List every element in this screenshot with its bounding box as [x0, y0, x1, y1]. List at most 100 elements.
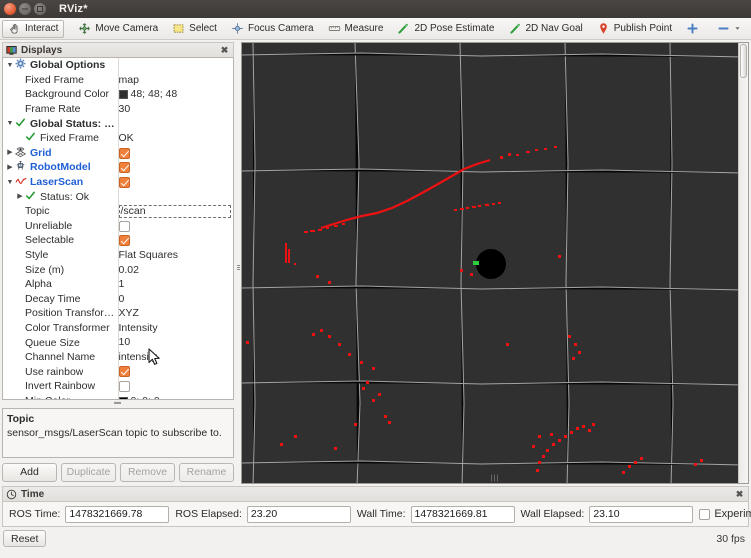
duplicate-button[interactable]: Duplicate	[61, 462, 116, 482]
expand-arrow-closed-icon[interactable]: ▶	[15, 193, 25, 200]
tool-interact[interactable]: Interact	[2, 19, 65, 38]
tree-row[interactable]: ▼ LaserScan	[3, 174, 233, 190]
tree-row[interactable]: Decay Time 0	[3, 291, 233, 307]
tree-row-value-cell[interactable]: intensity	[117, 349, 233, 365]
tree-row[interactable]: ▼ Global Options	[3, 58, 233, 73]
tree-row-value-cell[interactable]: XYZ	[117, 306, 233, 321]
tree-row-value-cell[interactable]	[117, 364, 233, 380]
tree-row[interactable]: Use rainbow	[3, 364, 233, 380]
tree-row-value-cell[interactable]: OK	[117, 130, 233, 146]
tree-row-value-cell[interactable]	[117, 218, 233, 234]
expand-arrow-open-icon[interactable]: ▼	[5, 62, 15, 69]
color-swatch[interactable]	[118, 90, 128, 100]
tree-row-value-cell[interactable]	[117, 174, 233, 190]
render-view-3d[interactable]	[242, 43, 738, 483]
tree-row-value-cell[interactable]: Flat Squares	[117, 247, 233, 263]
close-window-button[interactable]	[4, 3, 16, 15]
tree-row-value-cell[interactable]: map	[117, 72, 233, 88]
chevron-down-icon[interactable]	[734, 22, 741, 35]
ros-time-input[interactable]: 1478321669.78	[65, 505, 170, 523]
tree-row[interactable]: Frame Rate 30	[3, 101, 233, 117]
tool-publish-point[interactable]: Publish Point	[591, 20, 678, 38]
scrollbar-thumb[interactable]	[740, 44, 747, 78]
property-checkbox[interactable]	[118, 147, 130, 159]
tree-row[interactable]: Color Transformer Intensity	[3, 320, 233, 336]
tool-remove-tool[interactable]	[711, 20, 751, 38]
expand-arrow-open-icon[interactable]: ▼	[5, 179, 15, 186]
tree-row[interactable]: Unreliable	[3, 218, 233, 234]
tree-row-value-cell[interactable]	[117, 189, 233, 204]
tree-row-value-cell[interactable]: 0; 0; 0	[117, 393, 233, 399]
tree-row[interactable]: ▶ Grid	[3, 145, 233, 161]
property-checkbox[interactable]	[118, 162, 130, 174]
tree-row[interactable]: Topic/scan	[3, 203, 233, 219]
view-bottom-grip[interactable]: |||	[491, 475, 499, 482]
tree-row-value-cell[interactable]: 0.02	[117, 262, 233, 277]
displays-panel-close-icon[interactable]: ✖	[219, 45, 230, 56]
wall-time-input[interactable]: 1478321669.81	[410, 505, 515, 523]
experimental-toggle[interactable]: Experimental	[699, 508, 751, 520]
robot-model-body[interactable]	[476, 249, 506, 279]
wall-elapsed-input[interactable]: 23.10	[589, 505, 694, 523]
tree-row-value-cell[interactable]	[117, 116, 233, 131]
tool-measure[interactable]: Measure	[322, 20, 390, 38]
expand-arrow-closed-icon[interactable]: ▶	[5, 149, 15, 156]
tree-row-value-cell[interactable]	[117, 233, 233, 248]
time-panel-close-icon[interactable]: ✖	[734, 489, 745, 500]
tree-row[interactable]: Position Transfor… XYZ	[3, 306, 233, 321]
tree-row[interactable]: ▶ RobotModel	[3, 160, 233, 175]
tree-row-value-cell[interactable]	[117, 58, 233, 73]
property-checkbox[interactable]	[118, 235, 130, 247]
tree-row[interactable]: Channel Name intensity	[3, 349, 233, 365]
minimize-window-button[interactable]	[19, 3, 31, 15]
property-checkbox[interactable]	[118, 220, 130, 232]
tree-row[interactable]: ▼ Global Status: Ok	[3, 116, 233, 131]
tree-row-value-cell[interactable]: 48; 48; 48	[117, 87, 233, 102]
displays-tree[interactable]: ▼ Global Options Fixed Frame map Background …	[2, 57, 234, 400]
tool-focus-camera[interactable]: Focus Camera	[225, 20, 320, 38]
tree-row[interactable]: Size (m) 0.02	[3, 262, 233, 277]
property-checkbox[interactable]	[118, 381, 130, 393]
tree-row-value-cell[interactable]: 0	[117, 291, 233, 307]
experimental-checkbox[interactable]	[699, 508, 711, 520]
tool-select[interactable]: Select	[166, 20, 223, 38]
tree-row[interactable]: Style Flat Squares	[3, 247, 233, 263]
panel-resize-grip[interactable]: ▬	[2, 399, 234, 406]
maximize-window-button[interactable]	[34, 3, 46, 15]
tree-row-value-cell[interactable]	[117, 160, 233, 175]
reset-button[interactable]: Reset	[3, 530, 47, 547]
tree-row-value-cell[interactable]: 30	[117, 101, 233, 117]
expand-arrow-closed-icon[interactable]: ▶	[5, 164, 15, 171]
tree-row[interactable]: Queue Size 10	[3, 335, 233, 350]
tree-row-value-cell[interactable]: Intensity	[117, 320, 233, 336]
color-swatch[interactable]	[118, 396, 128, 399]
tree-row-value-cell[interactable]: /scan	[117, 203, 233, 219]
tree-row[interactable]: Min Color 0; 0; 0	[3, 393, 233, 399]
tree-row-value-cell[interactable]	[117, 145, 233, 161]
tree-row[interactable]: Alpha 1	[3, 276, 233, 292]
time-dock: Time ✖ ROS Time: 1478321669.78 ROS Elaps…	[0, 486, 751, 527]
tool-add-tool[interactable]	[680, 20, 709, 38]
tree-row[interactable]: Selectable	[3, 233, 233, 248]
remove-button[interactable]: Remove	[120, 462, 175, 482]
tree-row[interactable]: ▶ Status: Ok	[3, 189, 233, 204]
tree-row-value-cell[interactable]	[117, 379, 233, 394]
expand-arrow-open-icon[interactable]: ▼	[5, 120, 15, 127]
render-view-scrollbar[interactable]	[738, 43, 748, 483]
ros-elapsed-input[interactable]: 23.20	[246, 505, 351, 523]
tree-row-value-cell[interactable]: 1	[117, 276, 233, 292]
tree-row[interactable]: Fixed Frame OK	[3, 130, 233, 146]
tree-row-label: Frame Rate	[25, 103, 81, 116]
tool-move-camera[interactable]: Move Camera	[72, 20, 164, 38]
tree-row[interactable]: Background Color 48; 48; 48	[3, 87, 233, 102]
tree-row[interactable]: Fixed Frame map	[3, 72, 233, 88]
property-checkbox[interactable]	[118, 366, 130, 378]
rename-button[interactable]: Rename	[179, 462, 234, 482]
property-checkbox[interactable]	[118, 176, 130, 188]
tool-2d-nav-goal[interactable]: 2D Nav Goal	[503, 20, 589, 38]
tree-row[interactable]: Invert Rainbow	[3, 379, 233, 394]
add-button[interactable]: Add	[2, 462, 57, 482]
tool-2d-pose-estimate[interactable]: 2D Pose Estimate	[391, 20, 500, 38]
tree-row-value-cell[interactable]: 10	[117, 335, 233, 350]
topic-input[interactable]: /scan	[118, 204, 231, 218]
